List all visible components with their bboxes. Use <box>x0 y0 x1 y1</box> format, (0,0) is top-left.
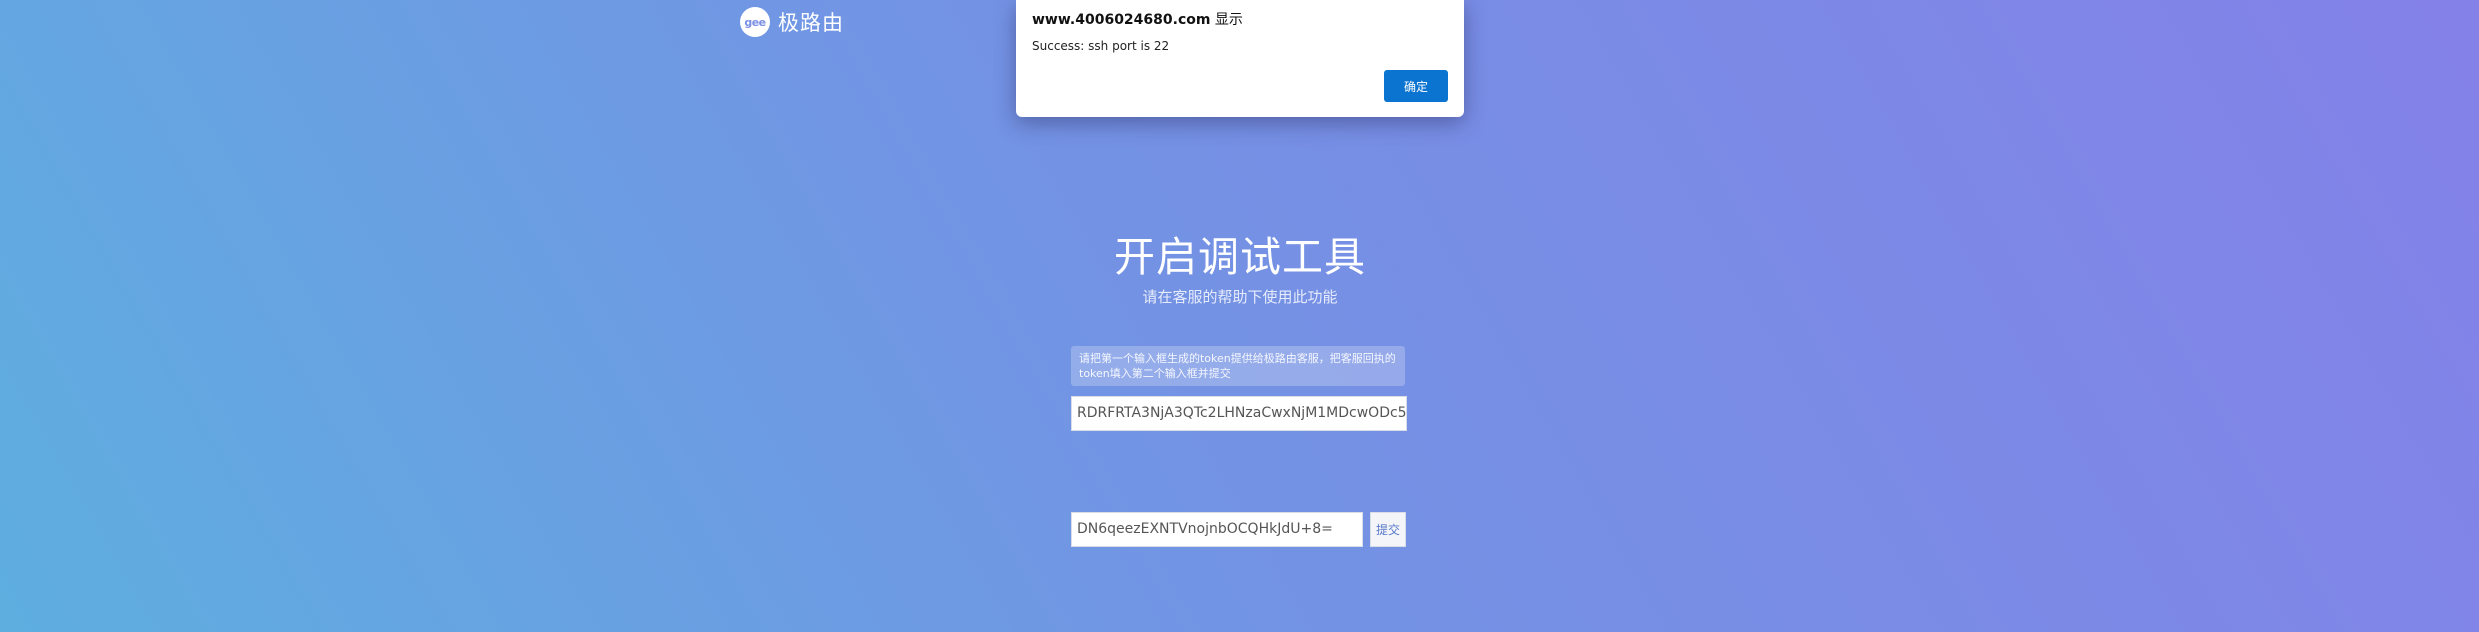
brand-name: 极路由 <box>778 11 844 35</box>
dialog-host-suffix: 显示 <box>1210 12 1243 28</box>
dialog-host: www.4006024680.com <box>1032 12 1211 28</box>
page-subtitle: 请在客服的帮助下使用此功能 <box>1142 288 1338 306</box>
gee-logo-icon: gee <box>740 7 770 37</box>
brand-logo[interactable]: gee 极路由 <box>740 6 844 38</box>
alert-dialog: www.4006024680.com 显示 Success: ssh port … <box>1016 0 1464 117</box>
dialog-ok-button[interactable]: 确定 <box>1384 70 1448 102</box>
dialog-message: Success: ssh port is 22 <box>1032 39 1170 53</box>
dialog-title: www.4006024680.com 显示 <box>1032 9 1243 29</box>
page-title: 开启调试工具 <box>1114 233 1366 281</box>
reply-token-field[interactable]: DN6qeezEXNTVnojnbOCQHkJdU+8= <box>1071 512 1363 547</box>
generated-token-field[interactable]: RDRFRTA3NjA3QTc2LHNzaCwxNjM1MDcwODc5N <box>1071 396 1407 431</box>
submit-button[interactable]: 提交 <box>1370 512 1406 547</box>
instruction-hint: 请把第一个输入框生成的token提供给极路由客服，把客服回执的token填入第二… <box>1071 346 1405 386</box>
